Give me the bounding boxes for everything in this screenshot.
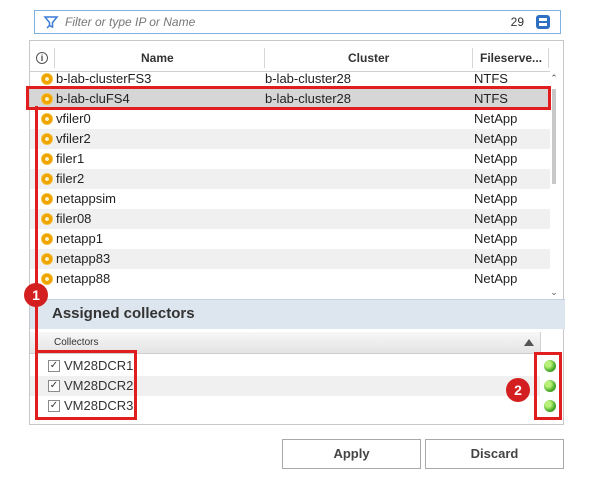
filter-input[interactable]: Filter or type IP or Name	[65, 15, 195, 29]
row-fileserver: NetApp	[474, 271, 518, 286]
column-header-cluster[interactable]: Cluster	[348, 44, 389, 72]
info-icon[interactable]: i	[36, 52, 48, 64]
row-fileserver: NetApp	[474, 151, 518, 166]
gear-icon	[41, 193, 53, 205]
row-name: vfiler2	[56, 131, 91, 146]
row-name: netapp1	[56, 231, 103, 246]
highlight-status	[534, 352, 562, 420]
table-row[interactable]: vfiler0 NetApp	[30, 109, 550, 129]
column-header-fileserver[interactable]: Fileserve...	[480, 44, 542, 72]
row-name: netapp83	[56, 251, 111, 266]
row-fileserver: NetApp	[474, 111, 518, 126]
section-title: Assigned collectors	[52, 305, 195, 322]
row-name: netapp88	[56, 271, 111, 286]
column-separator	[54, 48, 55, 68]
apply-button[interactable]: Apply	[282, 439, 421, 469]
table-row[interactable]: netapp83 NetApp	[30, 249, 550, 269]
gear-icon	[41, 133, 53, 145]
row-fileserver: NetApp	[474, 211, 518, 226]
gear-icon	[41, 153, 53, 165]
row-name: filer08	[56, 211, 92, 226]
row-name: vfiler0	[56, 111, 91, 126]
row-fileserver: NetApp	[474, 131, 518, 146]
scrollbar-thumb[interactable]	[552, 89, 556, 184]
annotation-badge-1: 1	[24, 283, 48, 307]
assigned-collectors-header[interactable]: Assigned collectors	[30, 299, 565, 329]
table-row[interactable]: filer2 NetApp	[30, 169, 550, 189]
discard-button[interactable]: Discard	[425, 439, 564, 469]
row-name: netappsim	[56, 191, 116, 206]
column-separator	[264, 48, 265, 68]
row-fileserver: NetApp	[474, 191, 518, 206]
filter-bar[interactable]: Filter or type IP or Name 29	[34, 10, 561, 34]
gear-icon	[41, 273, 53, 285]
row-name: filer2	[56, 171, 85, 186]
gear-icon	[41, 253, 53, 265]
column-header-name[interactable]: Name	[141, 44, 174, 72]
highlight-collectors	[35, 350, 137, 420]
scroll-up-icon[interactable]: ⌃	[549, 73, 559, 83]
column-header-collectors: Collectors	[54, 337, 99, 348]
table-row[interactable]: filer1 NetApp	[30, 149, 550, 169]
fileserver-icon[interactable]	[534, 13, 552, 31]
table-row[interactable]: netappsim NetApp	[30, 189, 550, 209]
highlight-connector-line	[35, 106, 38, 352]
gear-icon	[41, 73, 53, 85]
grid-header: i Name Cluster Fileserve...	[30, 44, 550, 72]
column-separator	[472, 48, 473, 68]
table-row[interactable]: filer08 NetApp	[30, 209, 550, 229]
table-row[interactable]: vfiler2 NetApp	[30, 129, 550, 149]
table-row[interactable]: netapp1 NetApp	[30, 229, 550, 249]
highlight-selected-row	[26, 86, 551, 110]
column-separator	[548, 48, 549, 68]
row-fileserver: NetApp	[474, 251, 518, 266]
table-row[interactable]: netapp88 NetApp	[30, 269, 550, 289]
row-fileserver: NetApp	[474, 171, 518, 186]
gear-icon	[41, 233, 53, 245]
gear-icon	[41, 213, 53, 225]
filter-icon	[43, 16, 59, 29]
result-count: 29	[510, 15, 524, 29]
sort-ascending-icon[interactable]	[524, 339, 534, 346]
gear-icon	[41, 173, 53, 185]
gear-icon	[41, 113, 53, 125]
scroll-down-icon[interactable]: ⌄	[549, 287, 559, 297]
row-name: filer1	[56, 151, 85, 166]
status-column-header	[540, 332, 560, 354]
row-fileserver: NetApp	[474, 231, 518, 246]
annotation-badge-2: 2	[506, 378, 530, 402]
